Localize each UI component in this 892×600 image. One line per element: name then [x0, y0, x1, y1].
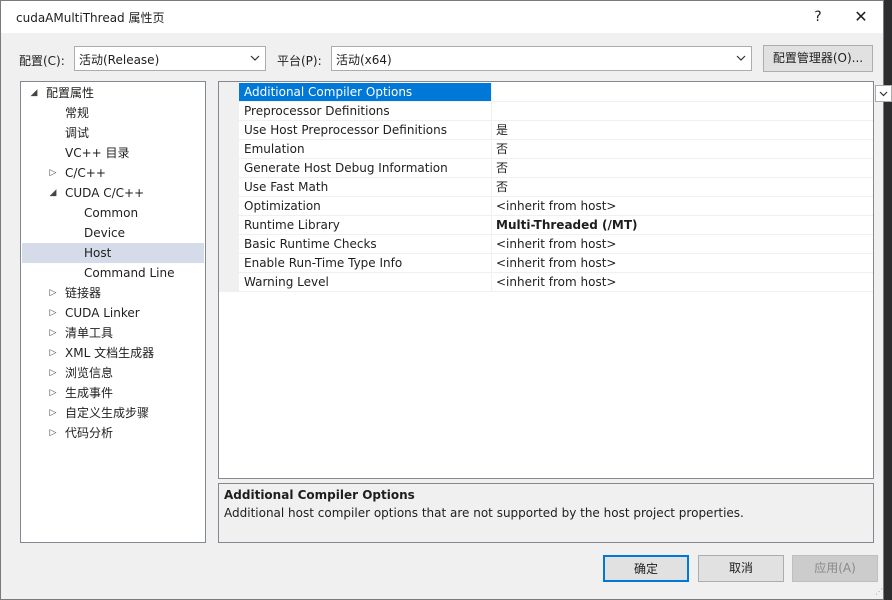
- tree-item-label: 代码分析: [65, 426, 114, 440]
- property-grid: Additional Compiler Options Preprocessor…: [218, 81, 892, 479]
- property-row-use-host-preprocessor[interactable]: Use Host Preprocessor Definitions 是: [239, 121, 873, 140]
- tree-item-label: 清单工具: [65, 326, 114, 340]
- configuration-manager-button[interactable]: 配置管理器(O)...: [763, 45, 873, 72]
- config-label: 配置(C):: [19, 54, 65, 68]
- property-value[interactable]: 否: [496, 159, 508, 177]
- platform-value: 活动(x64): [336, 53, 392, 67]
- value-dropdown-button[interactable]: [875, 85, 892, 102]
- close-button[interactable]: ✕: [851, 7, 871, 27]
- tree-item-label: C/C++: [65, 166, 106, 180]
- property-value[interactable]: Multi-Threaded (/MT): [496, 216, 638, 234]
- chevron-down-icon: [879, 91, 888, 97]
- collapsed-icon[interactable]: ▷: [48, 283, 58, 303]
- property-name: Additional Compiler Options: [239, 83, 492, 101]
- tree-item-label: CUDA C/C++: [65, 186, 145, 200]
- tree-item-debugging[interactable]: 调试: [65, 123, 89, 143]
- property-name: Preprocessor Definitions: [239, 102, 492, 120]
- tree-item-label: 生成事件: [65, 386, 114, 400]
- tree-item-label: 配置属性: [46, 86, 95, 100]
- tree-item-command-line[interactable]: Command Line: [84, 263, 175, 283]
- platform-combobox[interactable]: 活动(x64): [331, 46, 752, 71]
- property-name: Runtime Library: [239, 216, 492, 234]
- apply-button[interactable]: 应用(A): [792, 555, 878, 582]
- ok-button[interactable]: 确定: [603, 555, 689, 582]
- property-row-emulation[interactable]: Emulation 否: [239, 140, 873, 159]
- description-panel: Additional Compiler Options Additional h…: [218, 483, 874, 543]
- tree-item-host[interactable]: Host: [84, 243, 111, 263]
- expanded-icon[interactable]: ◢: [29, 83, 39, 103]
- property-row-host-debug-info[interactable]: Generate Host Debug Information 否: [239, 159, 873, 178]
- property-name: Use Fast Math: [239, 178, 492, 196]
- tree-item-label: 常规: [65, 106, 90, 120]
- tree-item-label: Device: [84, 226, 126, 240]
- property-pages-dialog: cudaAMultiThread 属性页 ? ✕ 配置(C): 活动(Relea…: [0, 0, 892, 600]
- collapsed-icon[interactable]: ▷: [48, 343, 58, 363]
- expanded-icon[interactable]: ◢: [48, 183, 58, 203]
- collapsed-icon[interactable]: ▷: [48, 323, 58, 343]
- tree-item-general[interactable]: 常规: [65, 103, 89, 123]
- property-value[interactable]: <inherit from host>: [496, 254, 616, 272]
- collapsed-icon[interactable]: ▷: [48, 163, 58, 183]
- tree-item-label: Host: [84, 246, 112, 260]
- chevron-down-icon: [736, 55, 746, 61]
- tree-item-label: Command Line: [84, 266, 175, 280]
- chevron-down-icon: [250, 55, 260, 61]
- resize-grip-icon[interactable]: ⋰: [875, 587, 883, 596]
- collapsed-icon[interactable]: ▷: [48, 303, 58, 323]
- property-row-runtime-library[interactable]: Runtime Library Multi-Threaded (/MT): [239, 216, 873, 235]
- description-title: Additional Compiler Options: [224, 488, 415, 502]
- tree-item-common[interactable]: Common: [84, 203, 138, 223]
- config-value: 活动(Release): [79, 53, 160, 67]
- tree-item-label: CUDA Linker: [65, 306, 140, 320]
- property-value[interactable]: <inherit from host>: [496, 197, 616, 215]
- property-value[interactable]: 否: [496, 178, 508, 196]
- property-row-additional-compiler-options[interactable]: Additional Compiler Options: [239, 83, 892, 102]
- property-tree: ◢ 配置属性 常规 调试 VC++ 目录 ▷ C/C++ ◢ CUDA C/C+…: [20, 81, 206, 543]
- property-value[interactable]: <inherit from host>: [496, 273, 616, 291]
- tree-item-label: 链接器: [65, 286, 102, 300]
- collapsed-icon[interactable]: ▷: [48, 363, 58, 383]
- title-bar: cudaAMultiThread 属性页 ? ✕: [1, 1, 883, 33]
- property-name: Generate Host Debug Information: [239, 159, 492, 177]
- property-name: Basic Runtime Checks: [239, 235, 492, 253]
- tree-item-label: Common: [84, 206, 139, 220]
- collapsed-icon[interactable]: ▷: [48, 423, 58, 443]
- window-title: cudaAMultiThread 属性页: [16, 11, 165, 25]
- config-combobox[interactable]: 活动(Release): [74, 46, 266, 71]
- property-row-warning-level[interactable]: Warning Level <inherit from host>: [239, 273, 873, 292]
- property-row-rtti[interactable]: Enable Run-Time Type Info <inherit from …: [239, 254, 873, 273]
- tree-item-device[interactable]: Device: [84, 223, 125, 243]
- property-row-preprocessor-definitions[interactable]: Preprocessor Definitions: [239, 102, 873, 121]
- tree-selection-highlight: [22, 243, 204, 263]
- property-value[interactable]: 否: [496, 140, 508, 158]
- tree-item-label: VC++ 目录: [65, 146, 130, 160]
- platform-label: 平台(P):: [277, 54, 322, 68]
- cancel-button[interactable]: 取消: [698, 555, 784, 582]
- property-value[interactable]: 是: [496, 121, 508, 139]
- property-row-optimization[interactable]: Optimization <inherit from host>: [239, 197, 873, 216]
- property-row-use-fast-math[interactable]: Use Fast Math 否: [239, 178, 873, 197]
- property-value[interactable]: <inherit from host>: [496, 235, 616, 253]
- tree-item-vc-directories[interactable]: VC++ 目录: [65, 143, 130, 163]
- property-name: Emulation: [239, 140, 492, 158]
- property-row-basic-runtime-checks[interactable]: Basic Runtime Checks <inherit from host>: [239, 235, 873, 254]
- property-name: Warning Level: [239, 273, 492, 291]
- tree-item-label: 浏览信息: [65, 366, 114, 380]
- help-button[interactable]: ?: [808, 7, 828, 27]
- description-text: Additional host compiler options that ar…: [224, 506, 744, 520]
- collapsed-icon[interactable]: ▷: [48, 383, 58, 403]
- property-name: Use Host Preprocessor Definitions: [239, 121, 492, 139]
- property-name: Optimization: [239, 197, 492, 215]
- tree-item-label: 自定义生成步骤: [65, 406, 150, 420]
- property-name: Enable Run-Time Type Info: [239, 254, 492, 272]
- tree-item-label: XML 文档生成器: [65, 346, 155, 360]
- grid-gutter: [219, 82, 239, 292]
- tree-item-label: 调试: [65, 126, 90, 140]
- collapsed-icon[interactable]: ▷: [48, 403, 58, 423]
